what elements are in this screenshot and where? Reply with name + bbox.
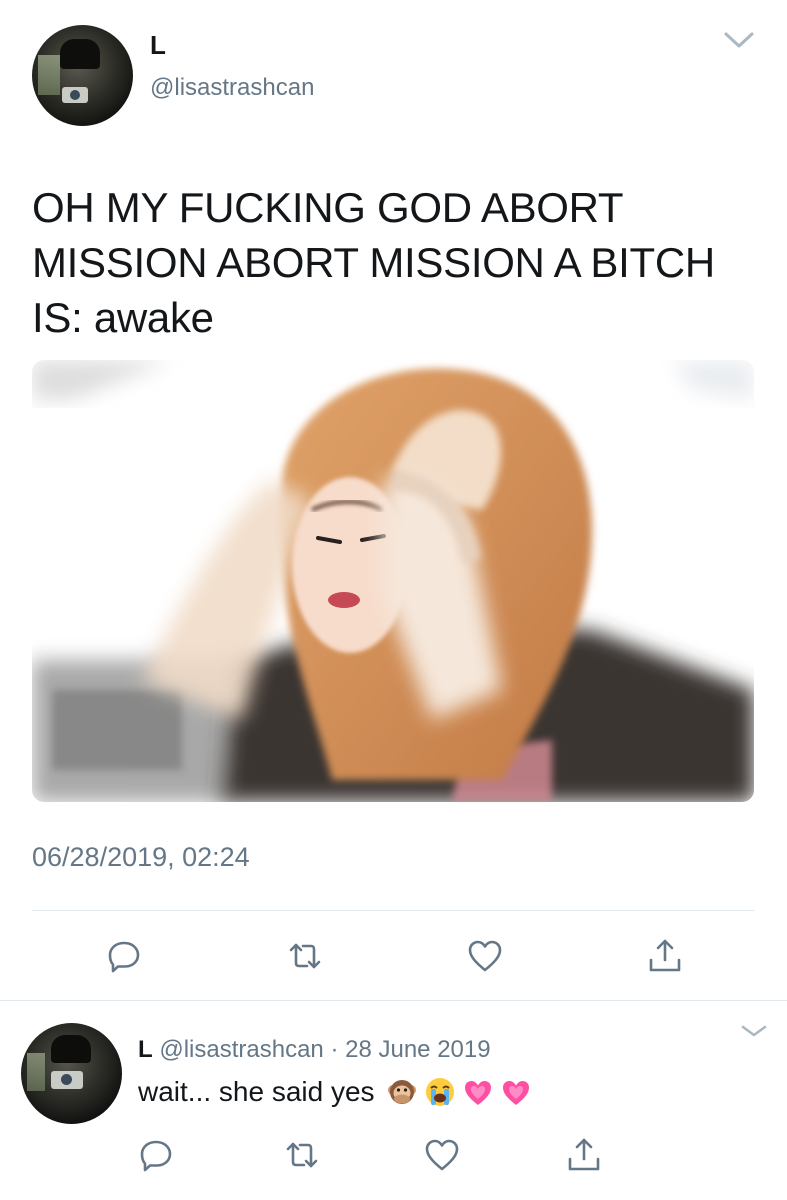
tweet-timestamp: 06/28/2019, 02:24 [32,842,250,872]
tweet-media-image[interactable] [32,360,754,802]
growing-heart-icon [499,1075,533,1109]
retweet-icon[interactable] [282,1135,322,1175]
reply-action-bar [0,1135,787,1179]
emoji-row [385,1075,533,1109]
reply-icon[interactable] [104,936,144,976]
tweet-text: OH MY FUCKING GOD ABORT MISSION ABORT MI… [32,184,715,341]
chevron-down-icon[interactable] [738,1021,770,1041]
reply-separator: · [330,1036,339,1063]
reply-text: wait... she said yes [138,1076,375,1107]
tweet-action-bar [0,936,787,980]
loudly-crying-face-icon [423,1075,457,1109]
retweet-icon[interactable] [285,936,325,976]
reply-handle[interactable]: @lisastrashcan [159,1036,323,1063]
growing-heart-icon [461,1075,495,1109]
reply-display-name[interactable]: L [138,1036,153,1063]
display-name[interactable]: L [150,30,166,61]
user-handle[interactable]: @lisastrashcan [150,74,314,102]
reply-date: 28 June 2019 [345,1036,491,1063]
profile-avatar[interactable] [32,25,133,126]
main-tweet: L @lisastrashcan OH MY FUCKING GOD ABORT… [0,0,787,1000]
heart-icon[interactable] [422,1135,462,1175]
share-icon[interactable] [564,1135,604,1175]
reply-tweet[interactable]: L @lisastrashcan · 28 June 2019 wait... … [0,1001,787,1200]
reply-avatar[interactable] [21,1023,122,1124]
chevron-down-icon[interactable] [722,28,756,52]
divider [32,910,754,911]
heart-icon[interactable] [465,936,505,976]
reply-header: L @lisastrashcan · 28 June 2019 [138,1036,491,1064]
speak-no-evil-monkey-icon [385,1075,419,1109]
reply-text-row: wait... she said yes [138,1075,533,1109]
share-icon[interactable] [645,936,685,976]
reply-icon[interactable] [136,1135,176,1175]
